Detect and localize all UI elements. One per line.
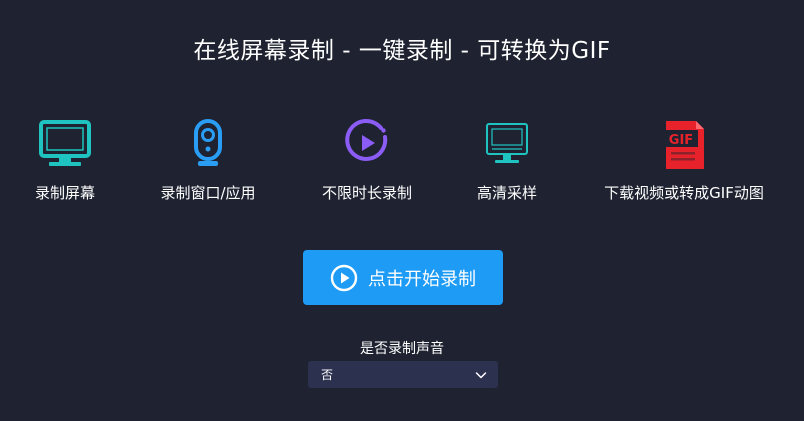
- feature-download-gif: GIF 下载视频或转成GIF动图: [594, 118, 774, 203]
- chevron-down-icon: [475, 371, 487, 378]
- feature-label: 下载视频或转成GIF动图: [604, 184, 764, 202]
- record-sound-select[interactable]: 否: [308, 361, 498, 388]
- feature-hd-sampling: 高清采样: [417, 118, 597, 203]
- webcam-icon: [194, 119, 222, 166]
- screen-recorder-page: 在线屏幕录制 - 一键录制 - 可转换为GIF 录制屏幕 录制窗口/应用 不限时…: [0, 0, 804, 421]
- hd-monitor-icon: [486, 123, 528, 163]
- play-circle-icon: [345, 118, 388, 161]
- start-record-button[interactable]: 点击开始录制: [303, 250, 503, 305]
- feature-list: 录制屏幕 录制窗口/应用 不限时长录制 高清采样 GIF 下载视频或转成GIF动…: [0, 118, 804, 208]
- page-title: 在线屏幕录制 - 一键录制 - 可转换为GIF: [193, 38, 611, 64]
- feature-label: 录制窗口/应用: [160, 184, 256, 202]
- start-record-label: 点击开始录制: [368, 268, 476, 290]
- monitor-icon: [39, 120, 91, 166]
- record-sound-label: 是否录制声音: [360, 341, 444, 357]
- gif-file-icon: GIF: [664, 121, 704, 169]
- record-sound-value: 否: [321, 368, 334, 382]
- gif-text: GIF: [669, 133, 693, 148]
- feature-record-window: 录制窗口/应用: [118, 118, 298, 203]
- play-circle-icon: [330, 264, 358, 291]
- feature-label: 高清采样: [476, 184, 537, 202]
